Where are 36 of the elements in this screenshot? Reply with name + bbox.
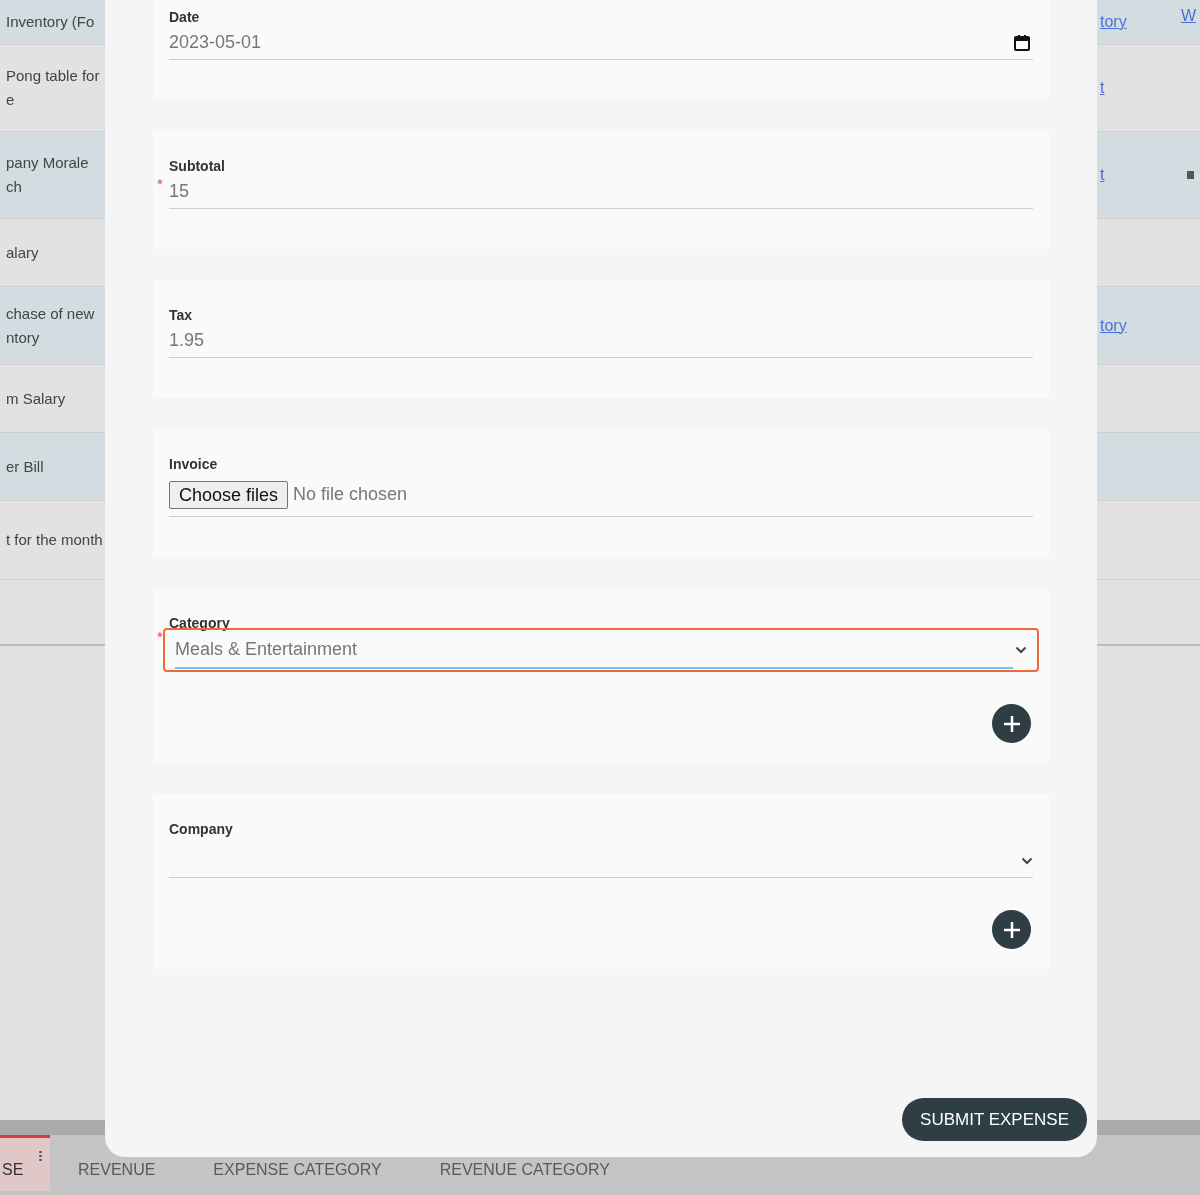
table-link[interactable]: W [1180, 4, 1196, 28]
table-cell-text: t for the month [5, 530, 104, 550]
calendar-icon[interactable] [1013, 33, 1031, 52]
table-cell-text: pany Morale ch [5, 153, 90, 197]
more-icon [39, 1150, 42, 1162]
add-button[interactable] [992, 910, 1031, 949]
add-button[interactable] [992, 704, 1031, 743]
required-mark: * [157, 174, 163, 194]
required-mark: * [157, 627, 163, 647]
field-label: Date [169, 8, 201, 26]
tab[interactable]: SE [0, 1135, 50, 1191]
table-link[interactable]: t [1100, 163, 1130, 187]
field-label: Subtotal [169, 157, 226, 175]
select-field[interactable]: Meals & Entertainment [163, 628, 1039, 672]
plus-icon [1002, 714, 1021, 733]
date-field[interactable]: 2023-05-01 [169, 26, 1033, 60]
field-label: Tax [169, 306, 194, 324]
table-cell-text: Pong table for e [5, 66, 101, 110]
input-field[interactable]: 1.95 [169, 324, 1033, 358]
table-cell-text: m Salary [5, 388, 67, 409]
choose-files-button[interactable]: Choose files [169, 480, 289, 509]
table-link[interactable]: t [1100, 76, 1130, 100]
table-link[interactable]: tory [1100, 313, 1130, 338]
chevron-down-icon [1015, 646, 1027, 654]
field-label: Invoice [169, 455, 219, 473]
file-status: No file chosen [293, 483, 408, 506]
table-link[interactable]: tory [1100, 10, 1130, 34]
table-cell-text: Inventory (Fo [5, 12, 96, 32]
chevron-down-icon [1021, 856, 1033, 865]
field-label: Company [169, 820, 234, 838]
table-cell-text: chase of new ntory [5, 303, 96, 348]
submit-button[interactable]: SUBMIT EXPENSE [902, 1098, 1087, 1141]
input-field[interactable]: 15 [169, 175, 1033, 209]
table-cell-text: er Bill [5, 456, 45, 477]
plus-icon [1002, 920, 1021, 939]
table-cell-text: alary [5, 242, 40, 263]
